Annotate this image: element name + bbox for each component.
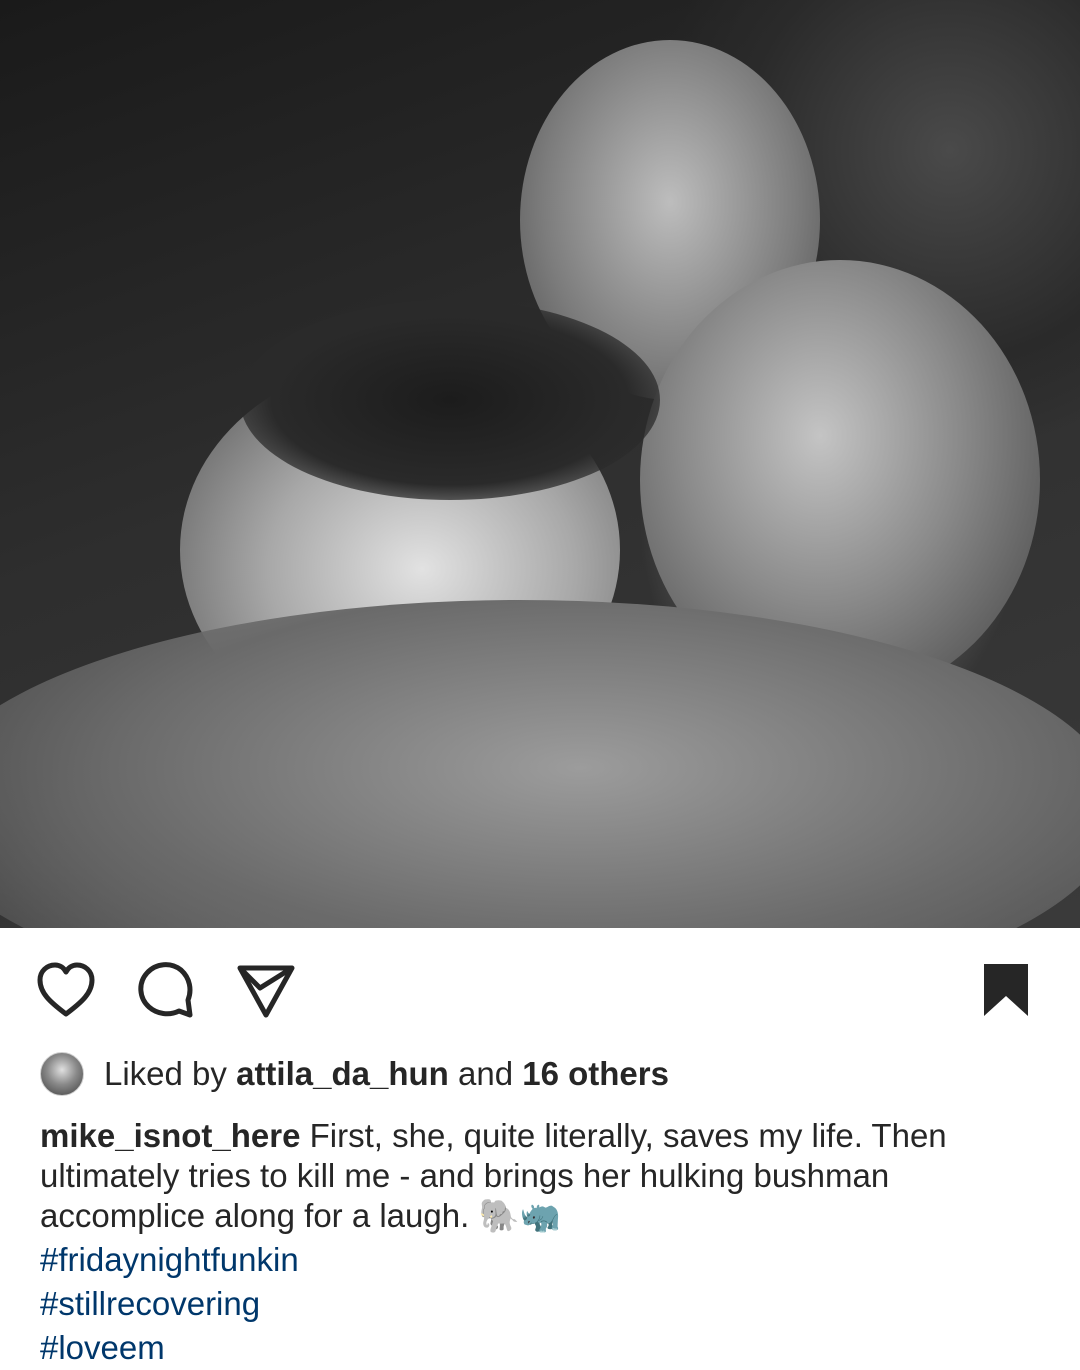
send-icon[interactable] — [236, 960, 296, 1020]
post-action-bar — [0, 928, 1080, 1048]
heart-icon[interactable] — [36, 960, 96, 1020]
likes-connector: and — [457, 1055, 514, 1092]
caption-body: mike_isnot_here First, she, quite litera… — [40, 1116, 1050, 1236]
likes-others-link[interactable]: 16 others — [522, 1055, 669, 1093]
hashtag-link[interactable]: #loveem — [40, 1326, 1050, 1370]
liked-by-user-link[interactable]: attila_da_hun — [236, 1055, 449, 1093]
bookmark-icon[interactable] — [976, 960, 1036, 1020]
likes-prefix: Liked by — [104, 1055, 227, 1092]
avatar[interactable] — [40, 1052, 84, 1096]
hashtag-link[interactable]: #stillrecovering — [40, 1282, 1050, 1326]
post-caption: mike_isnot_here First, she, quite litera… — [40, 1116, 1050, 1370]
caption-author-link[interactable]: mike_isnot_here — [40, 1117, 300, 1154]
caption-emoji: 🐘🦏 — [478, 1197, 561, 1234]
post-photo[interactable] — [0, 0, 1080, 928]
likes-row: Liked by attila_da_hun and 16 others — [40, 1052, 669, 1096]
comment-icon[interactable] — [136, 960, 196, 1020]
photo-hair — [240, 300, 660, 500]
hashtag-link[interactable]: #fridaynightfunkin — [40, 1238, 1050, 1282]
